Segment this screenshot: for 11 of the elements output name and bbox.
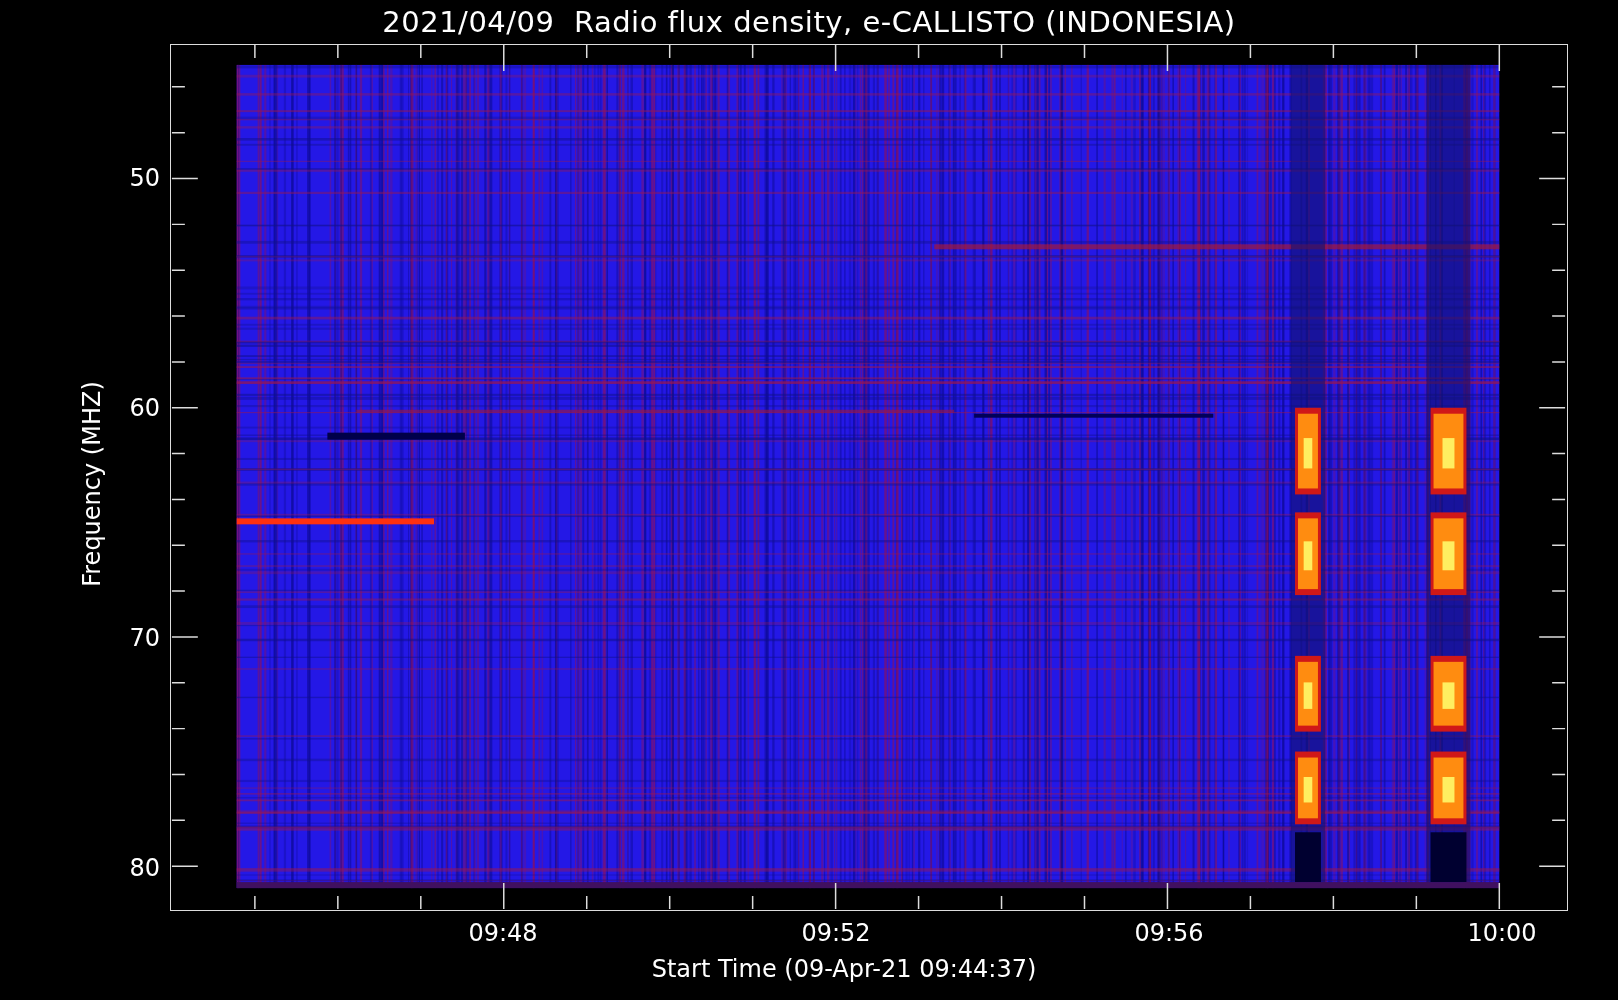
- y-tick-label: 60: [129, 394, 160, 422]
- y-tick-label: 70: [129, 624, 160, 652]
- x-tick-label: 09:52: [801, 919, 871, 947]
- y-tick-label: 80: [129, 854, 160, 882]
- x-tick-label: 09:56: [1134, 919, 1204, 947]
- y-tick-label: 50: [129, 164, 160, 192]
- x-tick-label: 10:00: [1467, 919, 1537, 947]
- x-tick-label: 09:48: [468, 919, 538, 947]
- x-axis-label: Start Time (09-Apr-21 09:44:37): [651, 955, 1037, 983]
- chart-title: 2021/04/09 Radio flux density, e-CALLISTO (INDONESIA): [382, 5, 1236, 39]
- y-axis-label: Frequency (MHZ): [78, 381, 106, 587]
